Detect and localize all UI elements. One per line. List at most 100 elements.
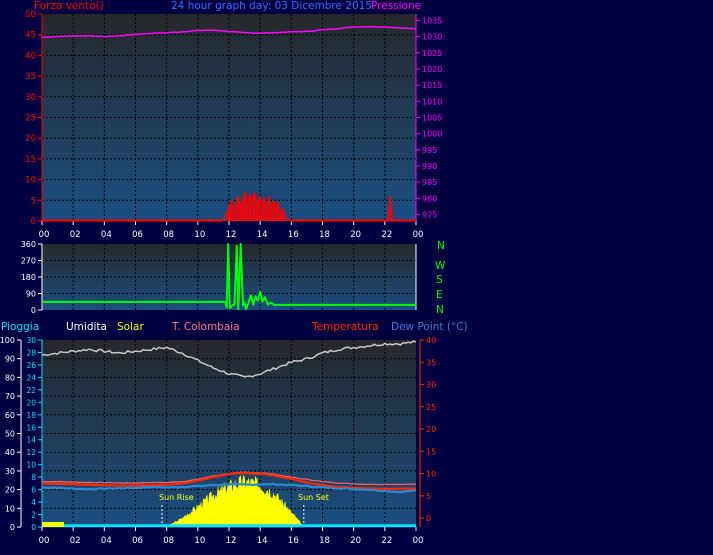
legend-temperature: Temperatura — [311, 321, 379, 333]
rain-axis-label: 12 — [26, 448, 36, 457]
legend-dew-point: Dew Point (°C) — [391, 321, 468, 333]
sun-rise-label: Sun Rise — [159, 493, 194, 502]
humidity-axis-label: 30 — [5, 467, 15, 476]
panel1-x-axis-label: 18 — [319, 230, 330, 240]
rain-axis-label: 6 — [31, 486, 36, 495]
direction-axis-label: 270 — [21, 257, 36, 266]
panel3-x-axis-label: 06 — [132, 536, 143, 546]
pressure-axis-label: 1030 — [422, 33, 442, 42]
humidity-axis-label: 70 — [5, 392, 15, 401]
panel1-x-axis-label: 04 — [101, 230, 112, 240]
pressure-axis-label: 995 — [422, 146, 437, 155]
pressure-axis-label: 990 — [422, 162, 437, 171]
wind-axis-label: 10 — [25, 176, 36, 186]
wind-axis-label: 25 — [25, 114, 36, 124]
rain-axis-label: 14 — [26, 436, 36, 445]
rain-axis-label: 24 — [26, 373, 36, 382]
wind-axis-label: 15 — [25, 155, 36, 165]
compass-label-north-bottom: N — [436, 304, 444, 316]
chart-title: 24 hour graph day: 03 Dicembre 2015 — [171, 0, 372, 12]
rain-axis-label: 0 — [31, 523, 36, 532]
panel3-x-axis-label: 12 — [226, 536, 237, 546]
pressure-axis-label: 1025 — [422, 49, 442, 58]
wind-axis-label: 30 — [25, 93, 36, 103]
wind-axis-label: 20 — [25, 134, 36, 144]
pressure-axis-title: Pressione — [371, 0, 421, 12]
rain-axis-label: 28 — [26, 348, 36, 357]
pressure-axis-label: 1035 — [422, 16, 442, 25]
humidity-axis-label: 90 — [5, 355, 15, 364]
panel3-x-axis-label: 16 — [288, 536, 299, 546]
compass-label-west: W — [435, 260, 446, 272]
rain-axis-label: 26 — [26, 361, 36, 370]
humidity-axis-label: 80 — [5, 373, 15, 382]
pressure-axis-label: 1005 — [422, 114, 442, 123]
rain-axis-label: 10 — [26, 461, 36, 470]
compass-label-east: E — [436, 289, 443, 301]
rain-axis-label: 4 — [31, 498, 36, 507]
panel3-x-axis-label: 10 — [194, 536, 205, 546]
wind-axis-label: 5 — [31, 196, 36, 206]
temperature-axis-label: 30 — [426, 381, 436, 390]
wind-axis-label: 45 — [25, 31, 36, 41]
legend-attic-temperature: T. Colombaia — [171, 321, 240, 333]
wind-axis-label: 35 — [25, 72, 36, 82]
panel3-x-axis-label: 00 — [39, 536, 50, 546]
panel1-x-axis-label: 22 — [381, 230, 392, 240]
temperature-axis-label: 15 — [426, 447, 436, 456]
pressure-axis-label: 1000 — [422, 130, 442, 139]
pressure-axis-label: 1015 — [422, 81, 442, 90]
pressure-axis-label: 985 — [422, 178, 437, 187]
rain-axis-label: 30 — [26, 336, 36, 345]
pressure-axis-label: 980 — [422, 194, 437, 203]
panel3-x-axis-label: 18 — [319, 536, 330, 546]
legend-humidity: Umidita — [66, 321, 107, 333]
rain-axis-label: 22 — [26, 386, 36, 395]
sun-set-label: Sun Set — [298, 493, 329, 502]
panel1-x-axis-label: 06 — [132, 230, 143, 240]
panel3-x-axis-label: 14 — [257, 536, 268, 546]
weather-graph-page: 0 5 10 15 20 25 30 35 40 45 50 975 980 985 990 995 1000 1… — [0, 0, 713, 555]
direction-axis-label: 360 — [21, 240, 36, 249]
panel1-x-axis-label: 02 — [70, 230, 81, 240]
rain-axis-label: 20 — [26, 398, 36, 407]
humidity-axis-label: 100 — [0, 336, 15, 345]
rain-axis-label: 8 — [31, 473, 36, 482]
temperature-axis-label: 40 — [426, 336, 436, 345]
pressure-axis-label: 975 — [422, 211, 437, 220]
direction-axis-label: 180 — [21, 273, 36, 282]
direction-axis-label: 90 — [26, 290, 36, 299]
panel1-x-axis-label: 12 — [226, 230, 237, 240]
rain-axis-label: 18 — [26, 411, 36, 420]
panel3-x-axis-label: 22 — [381, 536, 392, 546]
panel1-x-axis-label: 14 — [257, 230, 268, 240]
panel1-x-axis-label: 00 — [39, 230, 50, 240]
pressure-axis-label: 1020 — [422, 65, 442, 74]
humidity-axis-label: 20 — [5, 486, 15, 495]
legend-solar: Solar — [117, 321, 144, 333]
legend-rain: Pioggia — [1, 321, 39, 333]
weather-charts: 0510152025303540455097598098599099510001… — [0, 0, 468, 546]
humidity-axis-label: 10 — [5, 504, 15, 513]
rain-axis-label: 2 — [31, 511, 36, 520]
rain-axis-label: 16 — [26, 423, 36, 432]
wind-axis-label: 40 — [25, 51, 36, 61]
humidity-axis-label: 0 — [10, 523, 15, 532]
panel3-x-axis-label: 00 — [413, 536, 424, 546]
wind-axis-title: Forza vento() — [34, 0, 104, 12]
panel1-x-axis-label: 08 — [163, 230, 174, 240]
panel3-x-axis-label: 04 — [101, 536, 112, 546]
temperature-axis-label: 25 — [426, 403, 436, 412]
temperature-axis-label: 20 — [426, 425, 436, 434]
panel1-x-axis-label: 16 — [288, 230, 299, 240]
humidity-axis-label: 40 — [5, 448, 15, 457]
panel3-x-axis-label: 20 — [350, 536, 361, 546]
panel1-x-axis-label: 00 — [413, 230, 424, 240]
panel3-x-axis-label: 08 — [163, 536, 174, 546]
solar-baseline-strip — [42, 522, 64, 527]
humidity-axis-label: 50 — [5, 430, 15, 439]
direction-axis-label: 0 — [31, 306, 36, 315]
compass-label-south: S — [436, 274, 443, 286]
panel1-x-axis-label: 20 — [350, 230, 361, 240]
panel3-x-axis-label: 02 — [70, 536, 81, 546]
